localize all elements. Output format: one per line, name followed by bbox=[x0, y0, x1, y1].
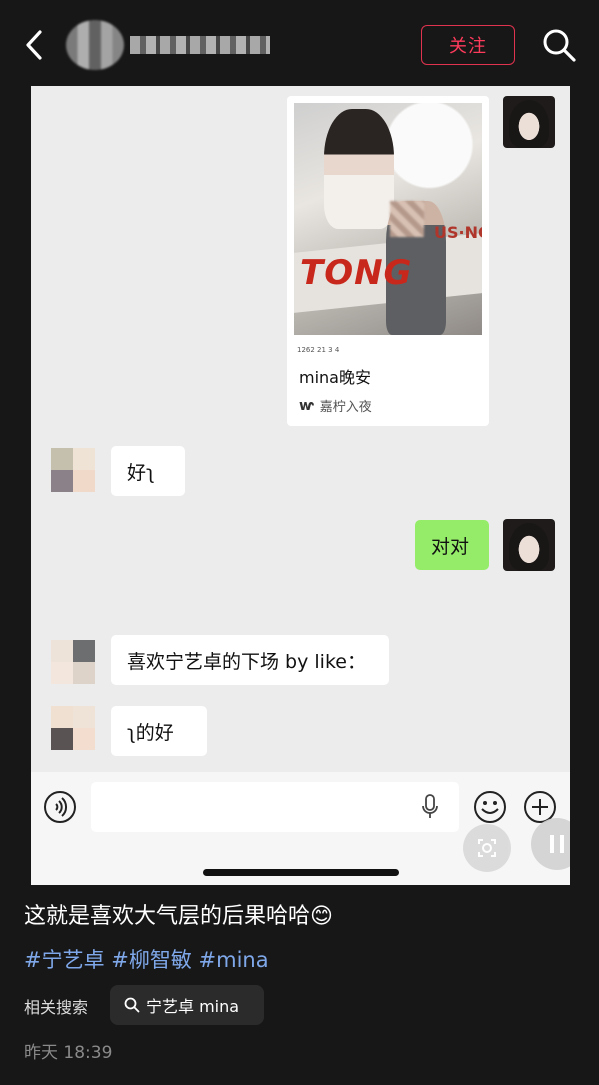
post-timestamp: 昨天 18:39 bbox=[24, 1043, 113, 1063]
pause-button[interactable] bbox=[531, 818, 570, 870]
blurred-face bbox=[390, 201, 424, 237]
image-scan-button[interactable] bbox=[463, 824, 511, 872]
author-name-blurred[interactable] bbox=[130, 36, 270, 54]
post-image-chat-screenshot[interactable]: TONG US·NC 1262 21 3 4 mina晚安 ⱳ 嘉柠入夜 好ʅ … bbox=[31, 86, 570, 885]
note-author-name: 嘉柠入夜 bbox=[319, 400, 372, 415]
self-avatar bbox=[503, 519, 555, 571]
contact-avatar-blurred bbox=[51, 640, 95, 684]
search-icon[interactable] bbox=[540, 26, 578, 64]
photo-sign-text-2: US·NC bbox=[434, 223, 482, 242]
message-bubble: 好ʅ bbox=[111, 446, 185, 496]
contact-avatar-blurred bbox=[51, 448, 95, 492]
shared-note-photo: TONG US·NC bbox=[294, 103, 482, 335]
related-search-query: 宁艺卓 mina bbox=[146, 997, 240, 1016]
message-bubble: 喜欢宁艺卓的下场 by like： bbox=[111, 635, 389, 685]
message-bubble-self: 对对 bbox=[415, 520, 489, 570]
author-avatar[interactable] bbox=[66, 20, 124, 70]
voice-input-icon bbox=[44, 791, 76, 823]
emoji-icon bbox=[474, 791, 506, 823]
note-stats: 1262 21 3 4 bbox=[297, 346, 340, 354]
search-icon bbox=[124, 997, 140, 1013]
photo-sign-text: TONG bbox=[300, 253, 413, 293]
note-title: mina晚安 bbox=[299, 368, 371, 387]
follow-button[interactable]: 关注 bbox=[421, 25, 515, 65]
contact-avatar-blurred bbox=[51, 706, 95, 750]
message-bubble: ʅ的好 bbox=[111, 706, 207, 756]
author-logo-icon: ⱳ bbox=[299, 397, 314, 414]
post-hashtags[interactable]: #宁艺卓 #柳智敏 #mina bbox=[24, 944, 269, 974]
note-author: ⱳ 嘉柠入夜 bbox=[299, 396, 372, 416]
shared-note-card: TONG US·NC 1262 21 3 4 mina晚安 ⱳ 嘉柠入夜 bbox=[287, 96, 489, 426]
scan-icon bbox=[478, 839, 496, 857]
self-avatar bbox=[503, 96, 555, 148]
chat-text-field bbox=[91, 782, 459, 832]
post-caption: 这就是喜欢大气层的后果哈哈😊 bbox=[24, 904, 333, 929]
back-arrow-icon[interactable] bbox=[20, 28, 52, 62]
top-bar: 关注 bbox=[0, 0, 599, 86]
pause-icon bbox=[550, 835, 564, 853]
related-search-label: 相关搜索 bbox=[24, 998, 89, 1017]
related-search-chip[interactable]: 宁艺卓 mina bbox=[110, 985, 264, 1025]
home-indicator bbox=[203, 869, 399, 876]
microphone-icon bbox=[422, 794, 438, 818]
